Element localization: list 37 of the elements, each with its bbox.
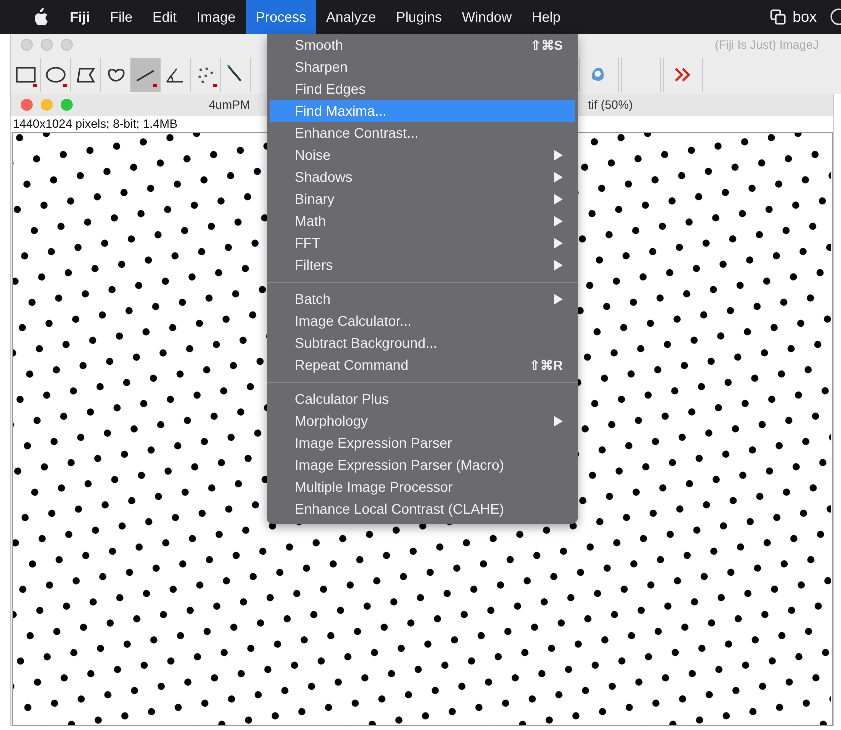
status-item[interactable]: box xyxy=(792,8,823,26)
menu-item[interactable]: Sharpen xyxy=(270,56,575,78)
menu-item[interactable]: FFT xyxy=(270,232,575,254)
image-window-title: tif (50%) xyxy=(588,98,634,112)
menu-item[interactable]: Multiple Image Processor xyxy=(270,476,575,498)
menu-item[interactable]: Find Edges xyxy=(270,78,575,100)
menu-item[interactable]: Filters xyxy=(270,254,575,276)
image-window-title: 4umPM xyxy=(209,98,250,112)
menu-item[interactable]: Math xyxy=(270,210,575,232)
tool-button[interactable] xyxy=(131,58,161,92)
menu-bar-item[interactable]: Edit xyxy=(142,0,187,34)
menu-item[interactable]: Find Maxima... xyxy=(270,100,575,122)
menu-bar-item[interactable]: Help xyxy=(522,0,571,34)
menu-item[interactable]: Batch xyxy=(270,288,575,310)
menu-item[interactable]: Enhance Local Contrast (CLAHE) xyxy=(270,498,575,520)
overlapping-squares-icon[interactable] xyxy=(770,8,787,26)
menu-item[interactable]: Calculator Plus xyxy=(270,388,575,410)
menu-item[interactable]: Image Expression Parser xyxy=(270,432,575,454)
menu-bar-item[interactable]: Fiji xyxy=(60,0,100,34)
menu-item[interactable]: Noise xyxy=(270,144,575,166)
window-title: (Fiji Is Just) ImageJ xyxy=(714,38,819,52)
menu-item[interactable]: Shadows xyxy=(270,166,575,188)
menu-bar-item[interactable]: Window xyxy=(452,0,522,34)
menu-item[interactable]: Image Expression Parser (Macro) xyxy=(270,454,575,476)
menu-bar-item[interactable]: Plugins xyxy=(386,0,452,34)
menu-item[interactable]: Subtract Background... xyxy=(270,332,575,354)
menu-item[interactable]: Repeat Command ⇧⌘R xyxy=(270,354,575,376)
menu-bar-item[interactable]: File xyxy=(100,0,143,34)
shortcut-text: ⇧⌘R xyxy=(530,358,563,372)
menu-bar-item[interactable]: Image xyxy=(186,0,246,34)
menu-bar-item[interactable]: Process xyxy=(246,0,316,34)
menu-item[interactable]: Smooth ⇧⌘S xyxy=(270,34,575,56)
shortcut-text: ⇧⌘S xyxy=(530,38,563,52)
menu-item[interactable]: Binary xyxy=(270,188,575,210)
menu-item[interactable]: Morphology xyxy=(270,410,575,432)
menu-item[interactable]: Image Calculator... xyxy=(270,310,575,332)
menu-bar-item[interactable]: Analyze xyxy=(316,0,386,34)
